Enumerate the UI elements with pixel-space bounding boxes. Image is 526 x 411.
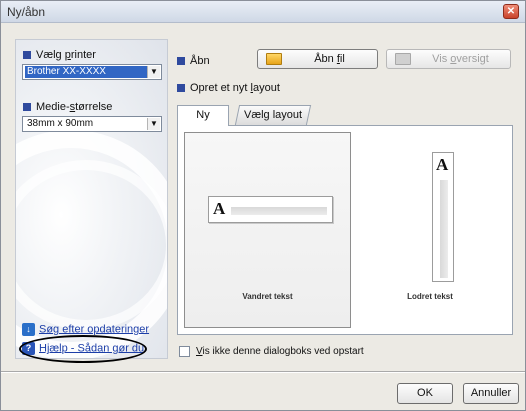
close-button[interactable]: ✕ [503,4,519,19]
tab-new[interactable]: Ny [177,105,229,126]
new-open-dialog: Ny/åbn ✕ Vælg printer Brother XX-XXXX ▼ … [0,0,526,411]
bullet-icon [177,84,185,93]
chevron-down-icon[interactable]: ▼ [147,118,160,130]
document-icon [395,53,411,65]
startup-checkbox-row[interactable]: Vis ikke denne dialogboks ved opstart [179,346,364,357]
chevron-down-icon[interactable]: ▼ [147,66,160,78]
printer-select-value: Brother XX-XXXX [25,66,147,78]
letter-a-glyph: A [213,199,226,218]
ok-button[interactable]: OK [397,383,453,404]
vertical-preview: A [432,152,454,282]
open-file-button[interactable]: Åbn fil [257,49,378,69]
create-new-layout-label: Opret et nyt layout [177,82,280,94]
tab-choose-layout[interactable]: Vælg layout [234,105,312,125]
update-link[interactable]: Søg efter opdateringer [39,323,149,335]
media-size-label: Medie-størrelse [23,101,112,113]
bullet-icon [23,51,31,60]
text-bar [231,207,327,215]
media-size-select[interactable]: 38mm x 90mm ▼ [22,116,162,132]
title-bar[interactable]: Ny/åbn ✕ [1,1,525,23]
footer-separator [1,371,525,373]
layout-panel: A Vandret tekst A Lodret tekst [177,125,513,335]
printer-select[interactable]: Brother XX-XXXX ▼ [22,64,162,80]
decorative-swirl-inner [16,160,167,330]
text-bar [440,180,448,278]
dont-show-checkbox[interactable] [179,346,190,357]
horizontal-caption: Vandret tekst [242,292,293,301]
horizontal-layout-card[interactable]: A Vandret tekst [184,132,351,328]
letter-a-glyph: A [436,155,449,174]
vertical-caption: Lodret tekst [407,292,453,301]
vertical-layout-card[interactable]: A Lodret tekst [352,132,508,328]
bullet-icon [177,57,185,66]
folder-icon [266,53,282,65]
left-panel: Vælg printer Brother XX-XXXX ▼ Medie-stø… [15,39,168,359]
cancel-button[interactable]: Annuller [463,383,519,404]
horizontal-preview: A [208,196,333,223]
media-size-select-value: 38mm x 90mm [27,118,94,129]
printer-label: Vælg printer [23,49,96,61]
update-icon: ↓ [22,323,35,336]
window-title: Ny/åbn [7,5,46,19]
bullet-icon [23,103,31,112]
show-overview-button[interactable]: Vis oversigt [386,49,511,69]
open-label: Åbn [177,55,210,67]
highlight-oval [19,335,147,363]
